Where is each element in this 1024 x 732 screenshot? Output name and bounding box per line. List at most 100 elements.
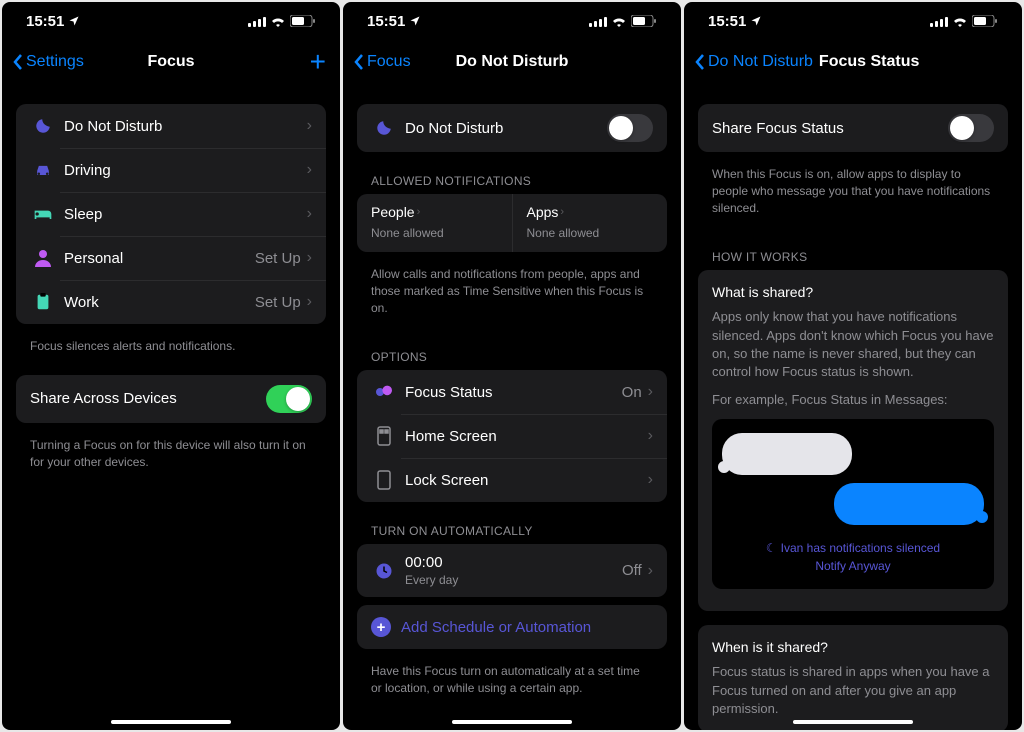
when-shared-card: When is it shared? Focus status is share…: [698, 625, 1008, 730]
add-schedule-label: Add Schedule or Automation: [401, 619, 591, 636]
page-title: Do Not Disturb: [456, 53, 569, 71]
mode-detail: Set Up: [255, 294, 301, 311]
message-preview: ☾ Ivan has notifications silenced Notify …: [712, 419, 994, 589]
home-indicator[interactable]: [793, 720, 913, 724]
dnd-toggle-group: Do Not Disturb: [357, 104, 667, 152]
location-icon: [750, 15, 762, 27]
schedule-group: 00:00 Every day Off ›: [357, 544, 667, 597]
lock-screen-icon: [377, 470, 391, 490]
focus-mode-dnd[interactable]: Do Not Disturb ›: [16, 104, 326, 148]
chevron-left-icon: [353, 53, 365, 71]
people-cell[interactable]: People› None allowed: [357, 194, 512, 252]
back-button[interactable]: Focus: [353, 53, 411, 71]
page-title: Focus Status: [819, 53, 919, 71]
focus-status-row[interactable]: Focus Status On ›: [357, 370, 667, 414]
nav-bar: Settings Focus +: [2, 40, 340, 84]
back-button[interactable]: Do Not Disturb: [694, 53, 813, 71]
home-indicator[interactable]: [452, 720, 572, 724]
nav-bar: Focus Do Not Disturb: [343, 40, 681, 84]
add-button[interactable]: +: [310, 46, 326, 78]
home-screen-icon: [377, 426, 391, 446]
notify-anyway-link[interactable]: Notify Anyway: [815, 559, 890, 573]
mode-label: Do Not Disturb: [64, 118, 307, 135]
add-schedule-group: + Add Schedule or Automation: [357, 605, 667, 649]
silenced-status: ☾ Ivan has notifications silenced Notify …: [722, 539, 984, 575]
signal-icon: [248, 16, 266, 27]
home-indicator[interactable]: [111, 720, 231, 724]
allowed-footer: Allow calls and notifications from peopl…: [357, 260, 667, 336]
focus-mode-personal[interactable]: Personal Set Up ›: [16, 236, 326, 280]
status-icon: [374, 384, 394, 400]
example-text: For example, Focus Status in Messages:: [712, 391, 994, 409]
when-title: When is it shared?: [712, 639, 994, 655]
mode-detail: Set Up: [255, 250, 301, 267]
focus-mode-work[interactable]: Work Set Up ›: [16, 280, 326, 324]
status-bar: 15:51: [343, 2, 681, 40]
dnd-toggle-row[interactable]: Do Not Disturb: [357, 104, 667, 152]
battery-icon: [290, 15, 316, 27]
share-status-toggle[interactable]: [948, 114, 994, 142]
back-label: Settings: [26, 53, 84, 71]
location-icon: [409, 15, 421, 27]
schedule-state: Off: [622, 562, 642, 579]
modes-footer: Focus silences alerts and notifications.: [16, 332, 326, 375]
share-status-group: Share Focus Status: [698, 104, 1008, 152]
share-toggle[interactable]: [266, 385, 312, 413]
auto-header: TURN ON AUTOMATICALLY: [357, 510, 667, 544]
incoming-bubble: [722, 433, 852, 475]
dnd-settings-screen: 15:51 Focus Do Not Disturb Do Not Distur…: [343, 2, 681, 730]
share-devices-group: Share Across Devices: [16, 375, 326, 423]
back-label: Do Not Disturb: [708, 53, 813, 71]
mode-label: Work: [64, 294, 255, 311]
auto-footer: Have this Focus turn on automatically at…: [357, 657, 667, 717]
share-across-devices-row[interactable]: Share Across Devices: [16, 375, 326, 423]
clock: 15:51: [708, 13, 746, 30]
add-schedule-row[interactable]: + Add Schedule or Automation: [357, 605, 667, 649]
clock: 15:51: [367, 13, 405, 30]
focus-mode-sleep[interactable]: Sleep ›: [16, 192, 326, 236]
focus-status-screen: 15:51 Do Not Disturb Focus Status Share …: [684, 2, 1022, 730]
share-footer: Turning a Focus on for this device will …: [16, 431, 326, 491]
what-text: Apps only know that you have notificatio…: [712, 308, 994, 381]
share-status-label: Share Focus Status: [712, 120, 948, 137]
plus-circle-icon: +: [371, 617, 391, 637]
options-header: OPTIONS: [357, 336, 667, 370]
badge-icon: [35, 293, 51, 311]
silenced-text: Ivan has notifications silenced: [781, 541, 940, 555]
back-button[interactable]: Settings: [12, 53, 84, 71]
share-status-footer: When this Focus is on, allow apps to dis…: [698, 160, 1008, 236]
share-status-row[interactable]: Share Focus Status: [698, 104, 1008, 152]
chevron-right-icon: ›: [648, 562, 653, 580]
schedule-row[interactable]: 00:00 Every day Off ›: [357, 544, 667, 597]
apps-cell[interactable]: Apps› None allowed: [512, 194, 668, 252]
page-title: Focus: [147, 53, 194, 71]
chevron-right-icon: ›: [648, 427, 653, 445]
lock-screen-row[interactable]: Lock Screen ›: [357, 458, 667, 502]
chevron-right-icon: ›: [560, 206, 564, 218]
chevron-right-icon: ›: [307, 249, 312, 267]
signal-icon: [930, 16, 948, 27]
moon-icon: [34, 117, 52, 135]
schedule-time: 00:00: [405, 554, 622, 571]
battery-icon: [631, 15, 657, 27]
status-bar: 15:51: [684, 2, 1022, 40]
chevron-right-icon: ›: [307, 293, 312, 311]
option-label: Lock Screen: [405, 472, 648, 489]
clock-icon: [375, 562, 393, 580]
chevron-right-icon: ›: [648, 471, 653, 489]
wifi-icon: [952, 15, 968, 27]
wifi-icon: [270, 15, 286, 27]
signal-icon: [589, 16, 607, 27]
focus-settings-screen: 15:51 Settings Focus + Do Not Disturb › …: [2, 2, 340, 730]
moon-icon: [375, 119, 393, 137]
location-icon: [68, 15, 80, 27]
moon-icon: ☾: [766, 541, 777, 555]
options-group: Focus Status On › Home Screen › Lock Scr…: [357, 370, 667, 502]
schedule-sub: Every day: [405, 573, 622, 587]
chevron-right-icon: ›: [307, 117, 312, 135]
dnd-toggle[interactable]: [607, 114, 653, 142]
allowed-header: ALLOWED NOTIFICATIONS: [357, 160, 667, 194]
home-screen-row[interactable]: Home Screen ›: [357, 414, 667, 458]
focus-mode-driving[interactable]: Driving ›: [16, 148, 326, 192]
dnd-label: Do Not Disturb: [405, 120, 607, 137]
